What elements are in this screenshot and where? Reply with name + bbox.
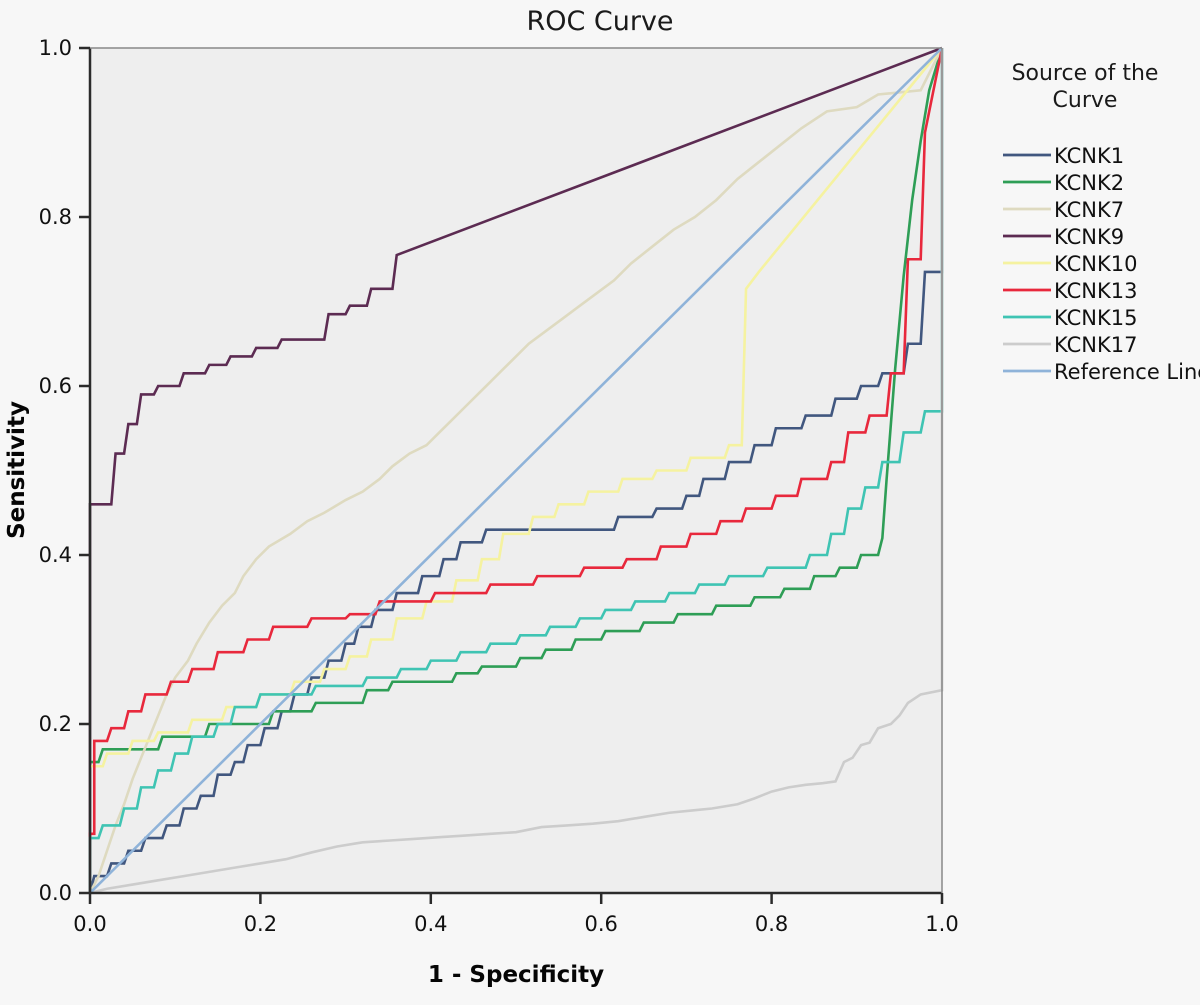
x-tick-label: 1.0 <box>925 912 958 936</box>
roc-curve-figure: ROC Curve 0.0 0.2 0.4 0.6 0.8 1.0 0.0 0.2 0.4 0.… <box>0 0 1200 1005</box>
y-axis-title: Sensitivity <box>4 401 30 539</box>
x-tick-label: 0.6 <box>584 912 617 936</box>
legend-title-line2: Curve <box>1053 88 1118 113</box>
x-tick-label: 0.4 <box>414 912 447 936</box>
legend-label-kcnk13: KCNK13 <box>1054 279 1138 303</box>
page-title: ROC Curve <box>526 6 673 37</box>
legend-label-kcnk9: KCNK9 <box>1054 225 1124 249</box>
legend-label-kcnk7: KCNK7 <box>1054 198 1124 222</box>
legend-label-kcnk1: KCNK1 <box>1054 144 1124 168</box>
legend-label-kcnk15: KCNK15 <box>1054 306 1138 330</box>
y-tick-label: 1.0 <box>39 36 72 60</box>
legend-label-reference-line: Reference Line <box>1054 360 1200 384</box>
x-tick-label: 0.8 <box>755 912 788 936</box>
x-tick-label: 0.2 <box>244 912 277 936</box>
roc-chart-svg: ROC Curve 0.0 0.2 0.4 0.6 0.8 1.0 0.0 0.2 0.4 0.… <box>0 0 1200 1005</box>
legend-label-kcnk2: KCNK2 <box>1054 171 1124 195</box>
y-tick-label: 0.2 <box>39 712 72 736</box>
y-tick-label: 0.4 <box>39 543 72 567</box>
legend-title-line1: Source of the <box>1012 61 1159 86</box>
y-tick-label: 0.8 <box>39 205 72 229</box>
y-tick-label: 0.6 <box>39 374 72 398</box>
legend-label-kcnk17: KCNK17 <box>1054 333 1138 357</box>
x-axis-title: 1 - Specificity <box>428 962 604 988</box>
x-tick-label: 0.0 <box>73 912 106 936</box>
legend-label-kcnk10: KCNK10 <box>1054 252 1138 276</box>
y-tick-label: 0.0 <box>39 881 72 905</box>
